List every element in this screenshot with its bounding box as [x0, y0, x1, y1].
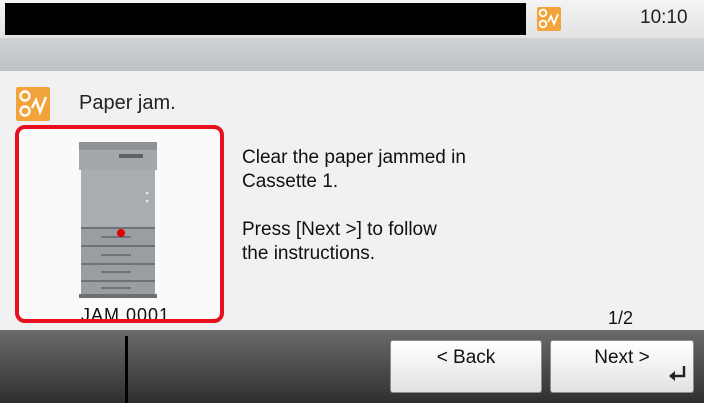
next-button[interactable]: Next > [550, 340, 694, 393]
message-line: Press [Next >] to follow [242, 219, 437, 240]
callout-pointer-line [125, 336, 128, 403]
back-button[interactable]: < Back [390, 340, 542, 393]
enter-icon [667, 364, 687, 388]
clock: 10:10 [640, 7, 688, 28]
message-line: Cassette 1. [242, 171, 339, 192]
message-line: the instructions. [242, 243, 376, 264]
printer-illustration [79, 142, 157, 298]
printer-preview: JAM 0001 [15, 125, 224, 323]
header-band [0, 38, 704, 71]
back-button-label: < Back [436, 347, 496, 368]
dialog-title: Paper jam. [79, 92, 176, 114]
jam-code: JAM 0001 [81, 305, 171, 323]
status-bar: 10:10 [0, 0, 704, 38]
page-counter: 1/2 [608, 308, 634, 328]
paper-jam-alert-icon [16, 87, 50, 121]
jam-location-marker [117, 229, 125, 237]
status-message-area [5, 3, 526, 35]
message-line: Clear the paper jammed in [242, 147, 466, 168]
paper-jam-status-icon[interactable] [537, 7, 561, 31]
